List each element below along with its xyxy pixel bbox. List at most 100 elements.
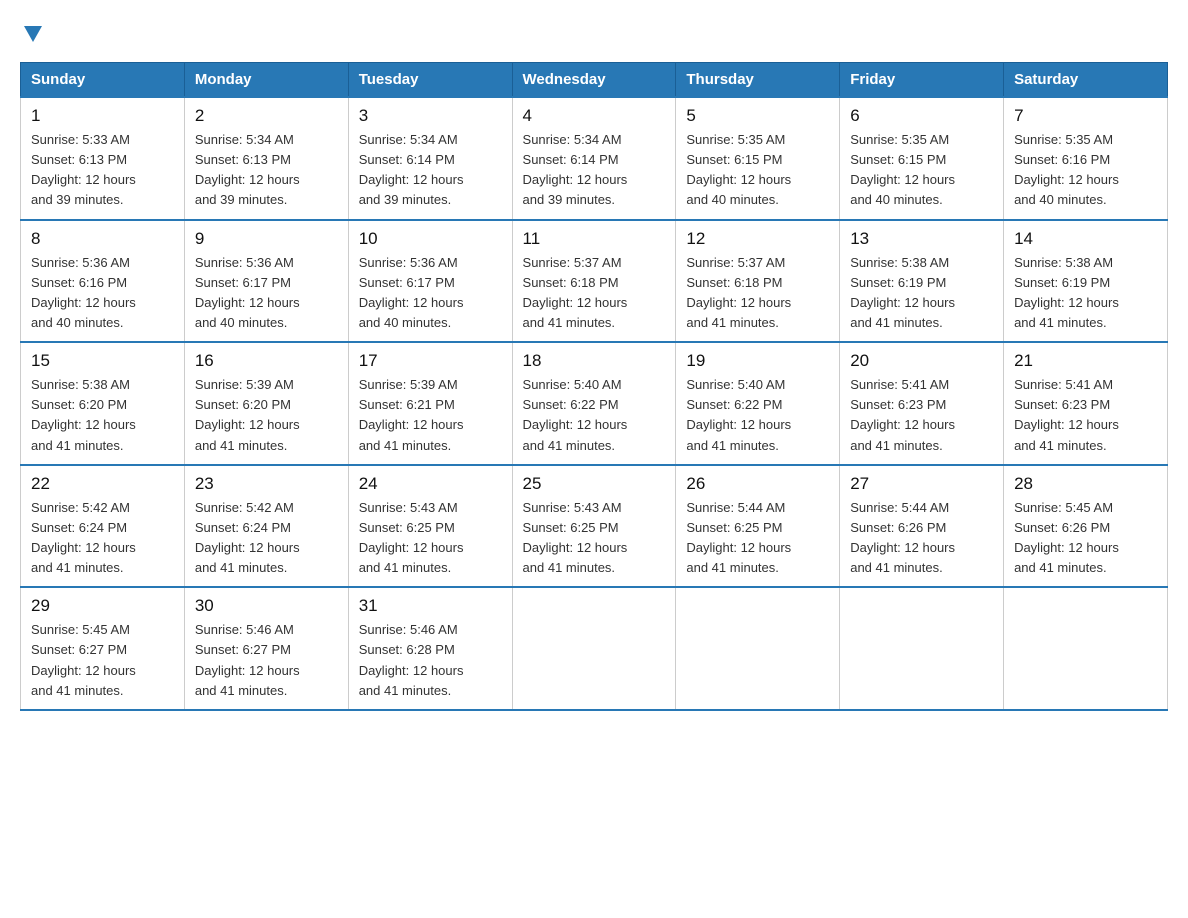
day-number: 26 — [686, 474, 829, 494]
day-info: Sunrise: 5:36 AMSunset: 6:17 PMDaylight:… — [359, 253, 502, 334]
day-number: 7 — [1014, 106, 1157, 126]
day-number: 13 — [850, 229, 993, 249]
day-cell: 25 Sunrise: 5:43 AMSunset: 6:25 PMDaylig… — [512, 465, 676, 588]
day-cell: 31 Sunrise: 5:46 AMSunset: 6:28 PMDaylig… — [348, 587, 512, 710]
header-cell-saturday: Saturday — [1004, 63, 1168, 98]
day-cell: 10 Sunrise: 5:36 AMSunset: 6:17 PMDaylig… — [348, 220, 512, 343]
day-cell: 14 Sunrise: 5:38 AMSunset: 6:19 PMDaylig… — [1004, 220, 1168, 343]
day-number: 12 — [686, 229, 829, 249]
day-info: Sunrise: 5:40 AMSunset: 6:22 PMDaylight:… — [686, 375, 829, 456]
header — [20, 20, 1168, 44]
header-row: SundayMondayTuesdayWednesdayThursdayFrid… — [21, 63, 1168, 98]
day-number: 23 — [195, 474, 338, 494]
day-info: Sunrise: 5:43 AMSunset: 6:25 PMDaylight:… — [523, 498, 666, 579]
day-cell: 23 Sunrise: 5:42 AMSunset: 6:24 PMDaylig… — [184, 465, 348, 588]
day-number: 1 — [31, 106, 174, 126]
day-number: 29 — [31, 596, 174, 616]
day-cell — [676, 587, 840, 710]
day-number: 3 — [359, 106, 502, 126]
day-number: 24 — [359, 474, 502, 494]
day-info: Sunrise: 5:41 AMSunset: 6:23 PMDaylight:… — [850, 375, 993, 456]
day-info: Sunrise: 5:34 AMSunset: 6:14 PMDaylight:… — [523, 130, 666, 211]
day-info: Sunrise: 5:37 AMSunset: 6:18 PMDaylight:… — [686, 253, 829, 334]
day-number: 21 — [1014, 351, 1157, 371]
day-cell: 12 Sunrise: 5:37 AMSunset: 6:18 PMDaylig… — [676, 220, 840, 343]
day-number: 4 — [523, 106, 666, 126]
day-number: 19 — [686, 351, 829, 371]
day-info: Sunrise: 5:38 AMSunset: 6:19 PMDaylight:… — [1014, 253, 1157, 334]
day-number: 28 — [1014, 474, 1157, 494]
day-number: 27 — [850, 474, 993, 494]
day-cell: 2 Sunrise: 5:34 AMSunset: 6:13 PMDayligh… — [184, 97, 348, 220]
day-cell: 1 Sunrise: 5:33 AMSunset: 6:13 PMDayligh… — [21, 97, 185, 220]
header-cell-wednesday: Wednesday — [512, 63, 676, 98]
day-info: Sunrise: 5:36 AMSunset: 6:16 PMDaylight:… — [31, 253, 174, 334]
week-row-4: 22 Sunrise: 5:42 AMSunset: 6:24 PMDaylig… — [21, 465, 1168, 588]
week-row-1: 1 Sunrise: 5:33 AMSunset: 6:13 PMDayligh… — [21, 97, 1168, 220]
day-info: Sunrise: 5:39 AMSunset: 6:20 PMDaylight:… — [195, 375, 338, 456]
day-number: 10 — [359, 229, 502, 249]
day-cell: 29 Sunrise: 5:45 AMSunset: 6:27 PMDaylig… — [21, 587, 185, 710]
calendar-table: SundayMondayTuesdayWednesdayThursdayFrid… — [20, 62, 1168, 711]
day-number: 14 — [1014, 229, 1157, 249]
day-cell: 20 Sunrise: 5:41 AMSunset: 6:23 PMDaylig… — [840, 342, 1004, 465]
day-cell: 16 Sunrise: 5:39 AMSunset: 6:20 PMDaylig… — [184, 342, 348, 465]
day-number: 22 — [31, 474, 174, 494]
day-info: Sunrise: 5:44 AMSunset: 6:25 PMDaylight:… — [686, 498, 829, 579]
header-cell-thursday: Thursday — [676, 63, 840, 98]
day-number: 8 — [31, 229, 174, 249]
day-cell: 3 Sunrise: 5:34 AMSunset: 6:14 PMDayligh… — [348, 97, 512, 220]
day-cell — [512, 587, 676, 710]
day-info: Sunrise: 5:34 AMSunset: 6:13 PMDaylight:… — [195, 130, 338, 211]
day-info: Sunrise: 5:44 AMSunset: 6:26 PMDaylight:… — [850, 498, 993, 579]
day-info: Sunrise: 5:45 AMSunset: 6:27 PMDaylight:… — [31, 620, 174, 701]
day-number: 18 — [523, 351, 666, 371]
day-cell: 7 Sunrise: 5:35 AMSunset: 6:16 PMDayligh… — [1004, 97, 1168, 220]
week-row-3: 15 Sunrise: 5:38 AMSunset: 6:20 PMDaylig… — [21, 342, 1168, 465]
day-number: 6 — [850, 106, 993, 126]
day-cell: 24 Sunrise: 5:43 AMSunset: 6:25 PMDaylig… — [348, 465, 512, 588]
day-info: Sunrise: 5:43 AMSunset: 6:25 PMDaylight:… — [359, 498, 502, 579]
day-number: 16 — [195, 351, 338, 371]
day-cell: 15 Sunrise: 5:38 AMSunset: 6:20 PMDaylig… — [21, 342, 185, 465]
calendar-header: SundayMondayTuesdayWednesdayThursdayFrid… — [21, 63, 1168, 98]
day-cell: 6 Sunrise: 5:35 AMSunset: 6:15 PMDayligh… — [840, 97, 1004, 220]
logo-triangle-icon — [22, 22, 44, 44]
week-row-5: 29 Sunrise: 5:45 AMSunset: 6:27 PMDaylig… — [21, 587, 1168, 710]
day-number: 15 — [31, 351, 174, 371]
day-info: Sunrise: 5:46 AMSunset: 6:28 PMDaylight:… — [359, 620, 502, 701]
day-info: Sunrise: 5:35 AMSunset: 6:15 PMDaylight:… — [850, 130, 993, 211]
day-number: 11 — [523, 229, 666, 249]
day-info: Sunrise: 5:38 AMSunset: 6:20 PMDaylight:… — [31, 375, 174, 456]
day-cell: 27 Sunrise: 5:44 AMSunset: 6:26 PMDaylig… — [840, 465, 1004, 588]
day-number: 20 — [850, 351, 993, 371]
day-info: Sunrise: 5:42 AMSunset: 6:24 PMDaylight:… — [195, 498, 338, 579]
day-cell: 28 Sunrise: 5:45 AMSunset: 6:26 PMDaylig… — [1004, 465, 1168, 588]
day-cell: 9 Sunrise: 5:36 AMSunset: 6:17 PMDayligh… — [184, 220, 348, 343]
day-cell: 8 Sunrise: 5:36 AMSunset: 6:16 PMDayligh… — [21, 220, 185, 343]
header-cell-tuesday: Tuesday — [348, 63, 512, 98]
day-cell: 19 Sunrise: 5:40 AMSunset: 6:22 PMDaylig… — [676, 342, 840, 465]
day-info: Sunrise: 5:36 AMSunset: 6:17 PMDaylight:… — [195, 253, 338, 334]
day-cell: 22 Sunrise: 5:42 AMSunset: 6:24 PMDaylig… — [21, 465, 185, 588]
day-cell: 5 Sunrise: 5:35 AMSunset: 6:15 PMDayligh… — [676, 97, 840, 220]
header-cell-monday: Monday — [184, 63, 348, 98]
header-cell-sunday: Sunday — [21, 63, 185, 98]
day-number: 2 — [195, 106, 338, 126]
day-info: Sunrise: 5:45 AMSunset: 6:26 PMDaylight:… — [1014, 498, 1157, 579]
day-number: 30 — [195, 596, 338, 616]
day-info: Sunrise: 5:42 AMSunset: 6:24 PMDaylight:… — [31, 498, 174, 579]
day-info: Sunrise: 5:41 AMSunset: 6:23 PMDaylight:… — [1014, 375, 1157, 456]
day-info: Sunrise: 5:39 AMSunset: 6:21 PMDaylight:… — [359, 375, 502, 456]
logo — [20, 20, 44, 44]
calendar-body: 1 Sunrise: 5:33 AMSunset: 6:13 PMDayligh… — [21, 97, 1168, 710]
day-cell — [840, 587, 1004, 710]
day-info: Sunrise: 5:35 AMSunset: 6:16 PMDaylight:… — [1014, 130, 1157, 211]
day-info: Sunrise: 5:40 AMSunset: 6:22 PMDaylight:… — [523, 375, 666, 456]
day-cell: 4 Sunrise: 5:34 AMSunset: 6:14 PMDayligh… — [512, 97, 676, 220]
day-info: Sunrise: 5:33 AMSunset: 6:13 PMDaylight:… — [31, 130, 174, 211]
day-cell: 13 Sunrise: 5:38 AMSunset: 6:19 PMDaylig… — [840, 220, 1004, 343]
day-cell: 18 Sunrise: 5:40 AMSunset: 6:22 PMDaylig… — [512, 342, 676, 465]
day-cell: 26 Sunrise: 5:44 AMSunset: 6:25 PMDaylig… — [676, 465, 840, 588]
day-cell: 30 Sunrise: 5:46 AMSunset: 6:27 PMDaylig… — [184, 587, 348, 710]
